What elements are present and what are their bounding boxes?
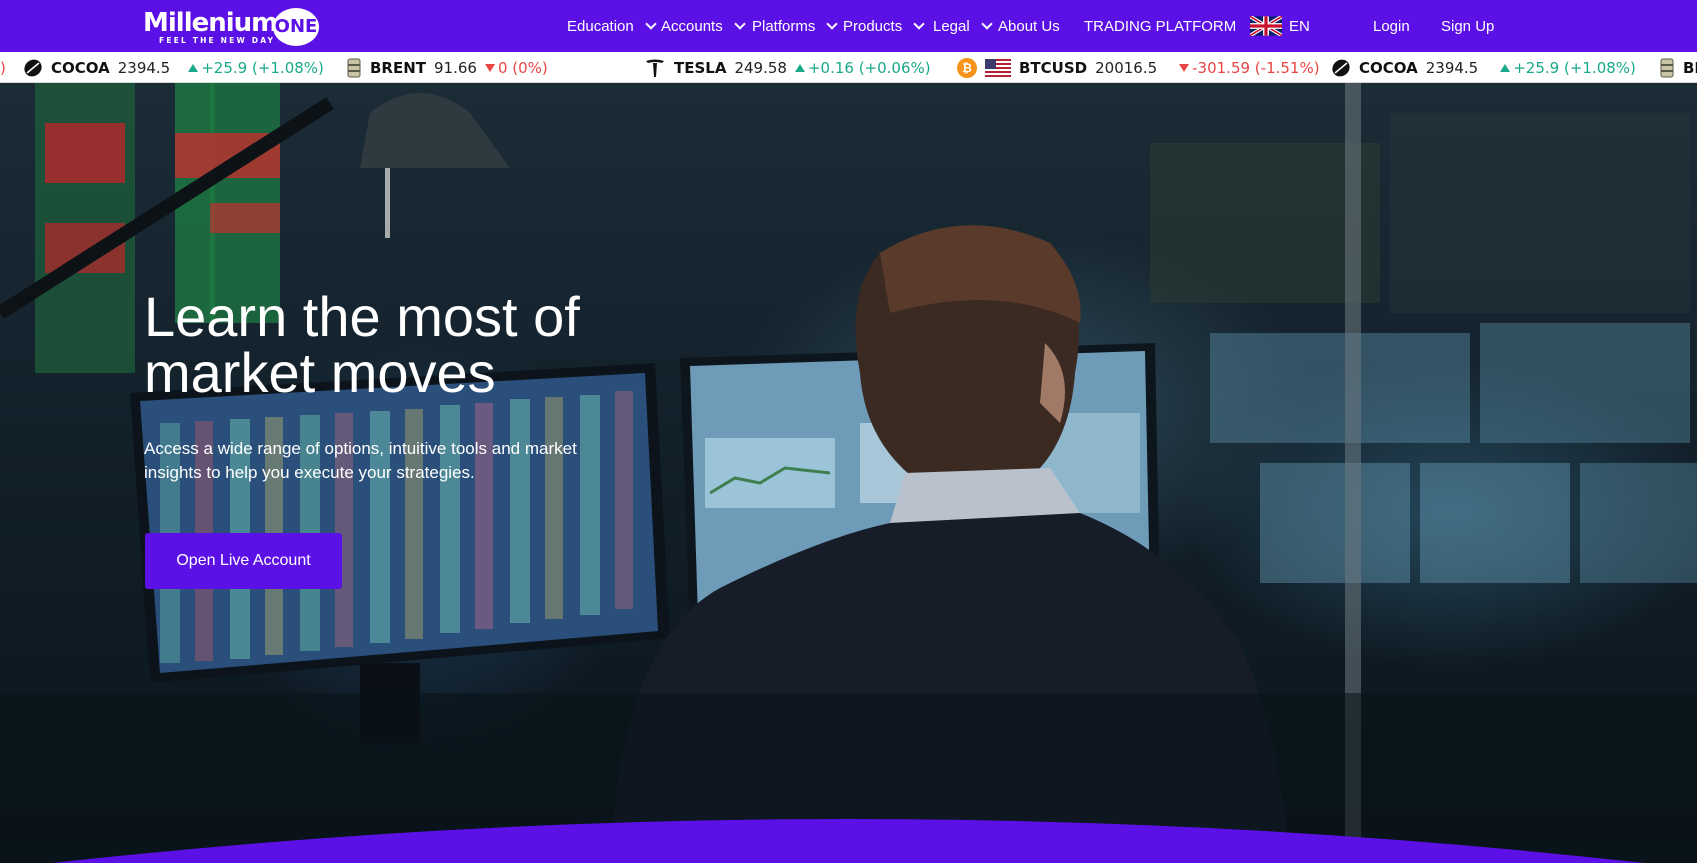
ticker-item[interactable]: COCOA 2394.5 +25.9 (+1.08%) <box>1331 52 1636 82</box>
login-link[interactable]: Login <box>1373 0 1410 52</box>
arrow-up-icon <box>794 63 805 72</box>
cocoa-bean-icon <box>24 59 42 76</box>
nav-education[interactable]: Education <box>567 0 657 52</box>
nav-products-label: Products <box>843 17 903 35</box>
ticker-change: +25.9 (+1.08%) <box>1513 58 1636 77</box>
arrow-up-icon <box>1500 63 1511 72</box>
arrow-up-icon <box>188 63 199 72</box>
nav-platforms[interactable]: Platforms <box>752 0 839 52</box>
brand-tagline: FEEL THE NEW DAY <box>159 36 276 45</box>
nav-about-us-label: About Us <box>998 17 1060 35</box>
nav-trading-platform-label: TRADING PLATFORM <box>1084 17 1237 35</box>
arrow-down-icon <box>1179 63 1190 72</box>
ticker-symbol: COCOA <box>51 58 110 77</box>
uk-flag-icon <box>1250 16 1282 36</box>
ticker-item[interactable]: BRENT 91.66 0 (0%) <box>346 52 548 82</box>
chevron-down-icon <box>645 18 657 30</box>
ticker-symbol: BRENT <box>370 58 427 77</box>
ticker-change: -301.59 (-1.51%) <box>1192 58 1320 77</box>
ticker-change: +0.16 (+0.06%) <box>807 58 931 77</box>
section-divider-arc <box>52 819 1645 863</box>
arrow-down-icon <box>484 63 495 72</box>
ticker-symbol: COCOA <box>1359 58 1418 77</box>
price-ticker: ) COCOA 2394.5 +25.9 (+1.08%) BRENT 91.6… <box>0 52 1697 83</box>
ticker-price: 2394.5 <box>1425 58 1479 77</box>
brand-logo[interactable]: Millenium ONE FEEL THE NEW DAY <box>143 6 319 48</box>
ticker-price: 20016.5 <box>1095 58 1158 77</box>
nav-platforms-label: Platforms <box>752 17 816 35</box>
hero-title-line-1: Learn the most of <box>144 285 580 348</box>
us-flag-icon <box>985 58 1011 77</box>
brand-name-suffix: ONE <box>273 8 319 46</box>
chevron-down-icon <box>826 18 839 30</box>
language-label: EN <box>1289 17 1310 35</box>
ticker-item[interactable]: ) <box>0 52 6 82</box>
tesla-logo-icon <box>646 59 664 77</box>
ticker-symbol: BTCUSD <box>1019 58 1088 77</box>
nav-trading-platform[interactable]: TRADING PLATFORM <box>1084 0 1236 52</box>
signup-link[interactable]: Sign Up <box>1441 0 1494 52</box>
ticker-item[interactable]: BI <box>1659 52 1697 82</box>
nav-education-label: Education <box>567 17 634 35</box>
language-selector[interactable]: EN <box>1250 0 1310 52</box>
nav-accounts[interactable]: Accounts <box>661 0 746 52</box>
oil-barrel-icon <box>347 58 361 77</box>
hero-title: Learn the most of market moves <box>144 289 704 401</box>
nav-legal[interactable]: Legal <box>933 0 993 52</box>
hero-subtitle: Access a wide range of options, intuitiv… <box>144 439 577 482</box>
chevron-down-icon <box>734 18 746 30</box>
nav-accounts-label: Accounts <box>661 17 723 35</box>
ticker-item[interactable]: COCOA 2394.5 +25.9 (+1.08%) <box>23 52 324 82</box>
open-live-account-button[interactable]: Open Live Account <box>145 533 342 589</box>
ticker-change: +25.9 (+1.08%) <box>201 58 324 77</box>
signup-label: Sign Up <box>1441 17 1495 35</box>
ticker-item[interactable]: ₿ BTCUSD 20016.5 -301.59 (-1.51%) <box>957 52 1320 82</box>
hero-section: Learn the most of market moves Access a … <box>0 83 1697 863</box>
oil-barrel-icon <box>1660 58 1674 77</box>
ticker-change: ) <box>0 58 6 77</box>
ticker-change: 0 (0%) <box>497 58 548 77</box>
ticker-price: 91.66 <box>434 58 477 77</box>
ticker-symbol: BI <box>1683 58 1697 77</box>
hero-title-line-2: market moves <box>144 341 496 404</box>
ticker-price: 2394.5 <box>117 58 171 77</box>
bitcoin-icon: ₿ <box>957 57 977 78</box>
cocoa-bean-icon <box>1332 59 1350 76</box>
nav-products[interactable]: Products <box>843 0 925 52</box>
chevron-down-icon <box>913 18 925 30</box>
nav-legal-label: Legal <box>933 17 970 35</box>
chevron-down-icon <box>981 18 993 30</box>
ticker-symbol: TESLA <box>674 58 727 77</box>
nav-about-us[interactable]: About Us <box>998 0 1060 52</box>
ticker-item[interactable]: TESLA 249.58 +0.16 (+0.06%) <box>644 52 931 82</box>
login-label: Login <box>1373 17 1410 35</box>
top-navbar: Millenium ONE FEEL THE NEW DAY Education… <box>0 0 1697 52</box>
brand-name: Millenium <box>143 8 278 38</box>
ticker-price: 249.58 <box>734 58 787 77</box>
